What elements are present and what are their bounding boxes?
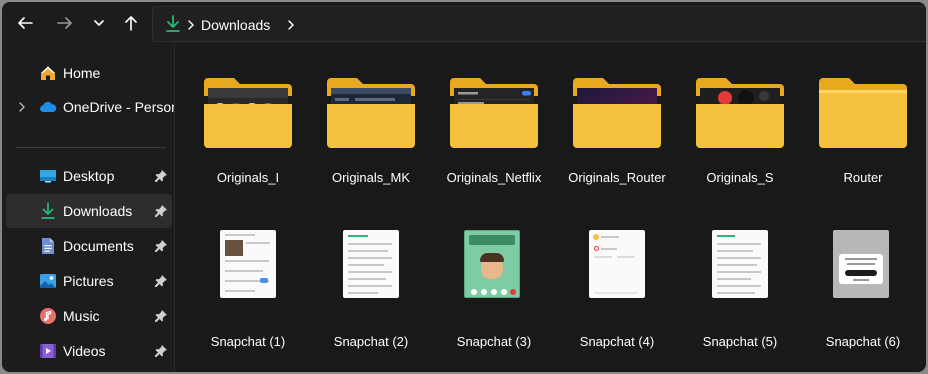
image-thumbnail xyxy=(343,230,399,298)
pin-icon[interactable] xyxy=(154,239,168,253)
sidebar-item-music[interactable]: Music xyxy=(6,299,172,333)
arrow-up-icon xyxy=(125,16,137,31)
file-item[interactable]: Snapchat (2) xyxy=(311,208,431,349)
address-bar[interactable]: Downloads xyxy=(152,6,926,42)
file-name: Snapchat (3) xyxy=(456,334,532,349)
breadcrumb-downloads[interactable]: Downloads xyxy=(201,17,270,33)
breadcrumb-chevron-icon[interactable] xyxy=(286,19,296,31)
folder-item[interactable]: Router xyxy=(803,44,923,185)
folder-icon xyxy=(327,78,415,148)
folder-name: Originals_MK xyxy=(331,170,411,185)
home-icon xyxy=(41,66,55,80)
download-icon xyxy=(166,15,180,32)
folder-icon xyxy=(696,78,784,148)
sidebar-item-label: Music xyxy=(63,308,100,324)
image-thumbnail xyxy=(833,230,889,298)
file-name: Snapchat (4) xyxy=(579,334,655,349)
folder-icon xyxy=(204,78,292,148)
image-thumbnail xyxy=(712,230,768,298)
navigation-pane: Home OneDrive - Persona Desktop Download… xyxy=(2,44,175,372)
sidebar-item-desktop[interactable]: Desktop xyxy=(6,159,172,193)
pin-icon[interactable] xyxy=(154,309,168,323)
pictures-icon xyxy=(40,274,56,288)
desktop-icon xyxy=(40,170,56,183)
file-item[interactable]: Snapchat (4) xyxy=(557,208,677,349)
cloud-icon xyxy=(40,101,57,113)
download-icon xyxy=(41,202,55,219)
folder-name: Router xyxy=(843,170,883,185)
videos-icon xyxy=(40,344,56,358)
image-thumbnail xyxy=(589,230,645,298)
file-item[interactable]: Snapchat (5) xyxy=(680,208,800,349)
up-button[interactable] xyxy=(116,8,146,38)
sidebar-item-label: Videos xyxy=(63,343,106,359)
folder-item[interactable]: Originals_S xyxy=(680,44,800,185)
toolbar: Downloads xyxy=(2,2,926,44)
pin-icon[interactable] xyxy=(154,204,168,218)
folder-icon xyxy=(819,78,907,148)
pin-icon[interactable] xyxy=(154,169,168,183)
sidebar-item-home[interactable]: Home xyxy=(6,56,172,90)
back-button[interactable] xyxy=(10,8,40,38)
forward-button[interactable] xyxy=(50,8,80,38)
folder-name: Originals_S xyxy=(706,170,774,185)
chevron-right-icon[interactable] xyxy=(18,101,26,113)
sidebar-item-documents[interactable]: Documents xyxy=(6,229,172,263)
folder-icon xyxy=(573,78,661,148)
recent-locations-button[interactable] xyxy=(84,8,114,38)
file-name: Snapchat (2) xyxy=(333,334,409,349)
breadcrumb-chevron-icon[interactable] xyxy=(186,19,196,31)
file-name: Snapchat (1) xyxy=(210,334,286,349)
sidebar-item-label: Desktop xyxy=(63,168,115,184)
file-name: Snapchat (5) xyxy=(702,334,778,349)
pin-icon[interactable] xyxy=(154,344,168,358)
sidebar-item-label: Pictures xyxy=(63,273,114,289)
document-icon xyxy=(42,238,54,254)
sidebar-item-label: Home xyxy=(63,65,101,81)
folder-name: Originals_I xyxy=(216,170,280,185)
folder-item[interactable]: Originals_MK xyxy=(311,44,431,185)
arrow-left-icon xyxy=(18,17,33,29)
sidebar-item-label: OneDrive - Persona xyxy=(63,99,175,115)
pin-icon[interactable] xyxy=(154,274,168,288)
sidebar-divider xyxy=(16,147,166,148)
image-thumbnail xyxy=(464,230,520,298)
folder-name: Originals_Netflix xyxy=(446,170,542,185)
sidebar-item-label: Downloads xyxy=(63,203,133,219)
file-explorer-window: Downloads Home OneDrive - Persona Deskto… xyxy=(2,2,926,372)
file-item[interactable]: Snapchat (3) xyxy=(434,208,554,349)
file-item[interactable]: Snapchat (1) xyxy=(188,208,308,349)
folder-item[interactable]: Originals_I xyxy=(188,44,308,185)
file-name: Snapchat (6) xyxy=(825,334,901,349)
file-list: Originals_I Originals_MK Originals_Netfl… xyxy=(175,44,926,372)
sidebar-item-downloads[interactable]: Downloads xyxy=(6,194,172,228)
sidebar-item-videos[interactable]: Videos xyxy=(6,334,172,368)
folder-item[interactable]: Originals_Netflix xyxy=(434,44,554,185)
arrow-right-icon xyxy=(57,17,72,29)
file-item[interactable]: Snapchat (6) xyxy=(803,208,923,349)
folder-icon xyxy=(450,78,538,148)
sidebar-item-onedrive[interactable]: OneDrive - Persona xyxy=(6,90,175,124)
sidebar-item-pictures[interactable]: Pictures xyxy=(6,264,172,298)
music-icon xyxy=(40,308,56,324)
chevron-down-icon xyxy=(94,20,104,26)
sidebar-item-label: Documents xyxy=(63,238,134,254)
folder-name: Originals_Router xyxy=(568,170,666,185)
image-thumbnail xyxy=(220,230,276,298)
folder-item[interactable]: Originals_Router xyxy=(557,44,677,185)
